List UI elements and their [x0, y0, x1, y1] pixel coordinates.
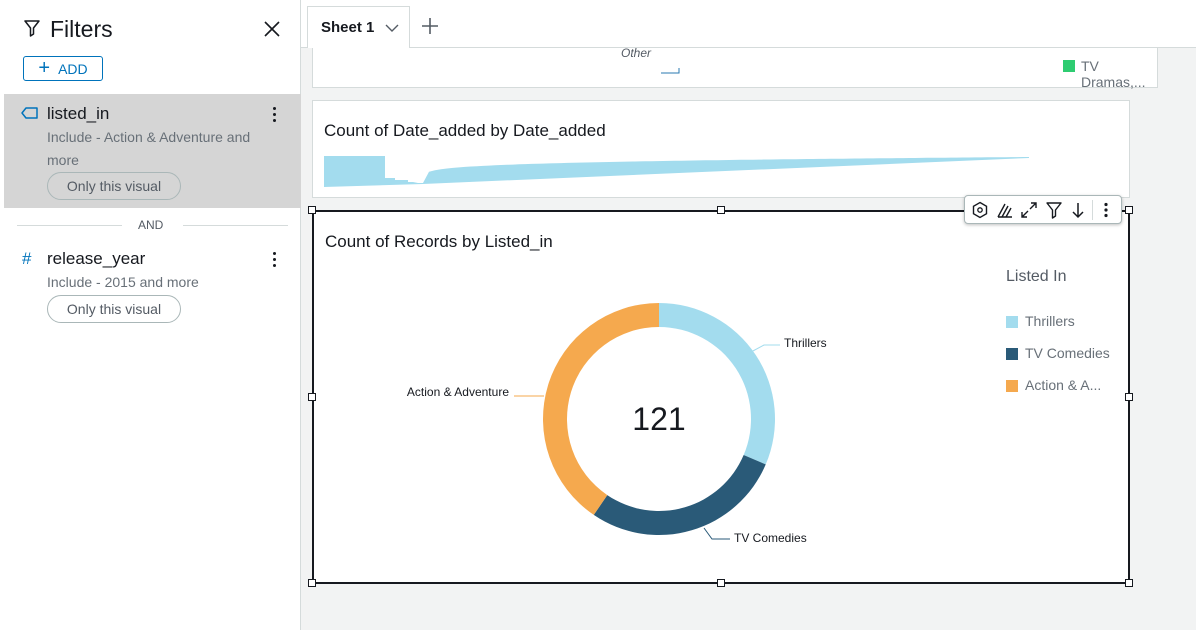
- tab-sheet-1[interactable]: Sheet 1: [307, 6, 410, 48]
- slice-leader-line: [750, 344, 780, 353]
- date-added-sparkline: [324, 156, 1029, 187]
- and-label: AND: [138, 218, 164, 232]
- filter-scope-pill[interactable]: Only this visual: [47, 172, 181, 200]
- resize-handle-ne[interactable]: [1125, 206, 1133, 214]
- filter-icon[interactable]: [1042, 197, 1067, 222]
- slice-label: Action & Adventure: [407, 385, 509, 399]
- visual-date-added[interactable]: Count of Date_added by Date_added: [312, 100, 1130, 198]
- sort-down-icon[interactable]: [1066, 197, 1091, 222]
- slice-leader-line: [703, 527, 730, 540]
- more-vertical-icon[interactable]: [1093, 197, 1118, 222]
- filter-description: Include - 2015 and more: [47, 274, 199, 290]
- resize-handle-nw[interactable]: [308, 206, 316, 214]
- visual-records-by-listed-in[interactable]: Count of Records by Listed_in Thrillers T…: [312, 210, 1130, 584]
- legend-swatch[interactable]: [1006, 348, 1018, 360]
- resize-handle-n[interactable]: [717, 206, 725, 214]
- expand-icon[interactable]: [1017, 197, 1042, 222]
- legend-label[interactable]: Thrillers: [1025, 313, 1075, 329]
- tag-icon: [21, 107, 38, 119]
- donut-slice-thrillers[interactable]: [659, 303, 775, 465]
- legend-label[interactable]: TV Comedies: [1025, 345, 1110, 361]
- slice-label: TV Comedies: [734, 531, 807, 545]
- slice-label-other: Other: [621, 46, 652, 60]
- filter-field-name: release_year: [47, 249, 146, 268]
- hexagon-icon[interactable]: [968, 197, 993, 222]
- sheet-canvas: Sheet 1 Other TV Dramas,... Count of Dat…: [301, 0, 1196, 630]
- slice-leader-line: [661, 68, 680, 74]
- add-filter-label: ADD: [58, 60, 88, 77]
- hash-icon: #: [22, 249, 32, 268]
- chart-type-icon[interactable]: [993, 197, 1018, 222]
- donut-total-label: 121: [632, 401, 685, 437]
- sheet-tab-bar: Sheet 1: [301, 0, 1196, 48]
- add-sheet-icon[interactable]: [419, 15, 441, 37]
- legend-title: Listed In: [1006, 268, 1067, 285]
- and-divider: AND: [17, 218, 288, 232]
- tab-label: Sheet 1: [321, 19, 375, 36]
- add-filter-button[interactable]: + ADD: [23, 56, 103, 81]
- filter-menu-button[interactable]: [266, 249, 282, 269]
- filter-menu-button[interactable]: [266, 104, 282, 124]
- toolbar-separator: [1091, 199, 1093, 220]
- legend-label-tv-dramas: TV Dramas,...: [1081, 58, 1146, 90]
- legend-label[interactable]: Action & A...: [1025, 377, 1101, 393]
- filters-panel: Filters + ADD listed_in Include - Action…: [4, 0, 301, 630]
- filters-header: Filters + ADD: [4, 0, 301, 81]
- legend-swatch[interactable]: [1006, 380, 1018, 392]
- visual-toolbar: [964, 195, 1122, 224]
- donut-slice-tv-comedies[interactable]: [593, 455, 766, 535]
- filter-card-release-year[interactable]: # release_year Include - 2015 and more O…: [4, 244, 301, 334]
- resize-handle-se[interactable]: [1125, 579, 1133, 587]
- visual-pie-partial[interactable]: Other TV Dramas,...: [312, 46, 1158, 90]
- resize-handle-sw[interactable]: [308, 579, 316, 587]
- close-icon[interactable]: [262, 19, 282, 39]
- filter-icon: [24, 20, 40, 37]
- slice-label: Thrillers: [784, 336, 827, 350]
- resize-handle-e[interactable]: [1125, 393, 1133, 401]
- filter-scope-pill[interactable]: Only this visual: [47, 295, 181, 323]
- filter-description: Include - Action & Adventure and more: [47, 129, 251, 168]
- chevron-down-icon[interactable]: [384, 20, 400, 36]
- legend-swatch[interactable]: [1006, 316, 1018, 328]
- filters-title: Filters: [50, 16, 113, 42]
- filter-field-name: listed_in: [47, 104, 110, 123]
- legend-swatch: [1063, 60, 1075, 72]
- resize-handle-w[interactable]: [308, 393, 316, 401]
- plus-icon: +: [38, 56, 51, 79]
- resize-handle-s[interactable]: [717, 579, 725, 587]
- filter-card-listed-in[interactable]: listed_in Include - Action & Adventure a…: [4, 94, 301, 208]
